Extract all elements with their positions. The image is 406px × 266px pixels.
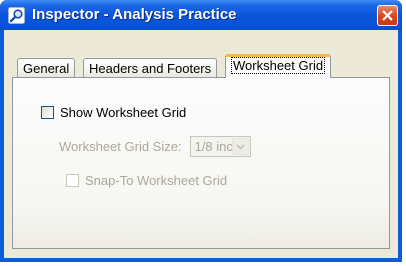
grid-size-dropdown-button[interactable] (231, 138, 249, 155)
show-grid-row: Show Worksheet Grid (41, 105, 186, 120)
show-worksheet-grid-checkbox[interactable] (41, 106, 54, 119)
window-title: Inspector - Analysis Practice (32, 6, 237, 23)
tab-general-label: General (23, 61, 70, 76)
grid-size-label: Worksheet Grid Size: (59, 139, 182, 154)
grid-size-select[interactable]: 1/8 inch (189, 136, 251, 157)
snap-row: Snap-To Worksheet Grid (66, 173, 227, 188)
inspector-magnifier-icon (8, 7, 25, 24)
inspector-window: Inspector - Analysis Practice General He… (0, 0, 402, 262)
tab-worksheet-grid[interactable]: Worksheet Grid (225, 54, 332, 78)
tab-headers-and-footers[interactable]: Headers and Footers (83, 58, 218, 78)
show-worksheet-grid-label[interactable]: Show Worksheet Grid (60, 105, 186, 120)
close-icon (382, 10, 393, 21)
title-bar[interactable]: Inspector - Analysis Practice (0, 0, 402, 30)
grid-size-row: Worksheet Grid Size: 1/8 inch (59, 136, 251, 157)
tab-headers-and-footers-label: Headers and Footers (89, 61, 212, 76)
tab-general[interactable]: General (17, 58, 76, 78)
chevron-down-icon (235, 143, 245, 150)
worksheet-grid-panel: Show Worksheet Grid Worksheet Grid Size:… (12, 77, 390, 249)
snap-to-grid-checkbox[interactable] (66, 174, 79, 187)
snap-to-grid-label: Snap-To Worksheet Grid (85, 173, 228, 188)
tab-worksheet-grid-label: Worksheet Grid (231, 57, 326, 74)
close-button[interactable] (377, 5, 398, 26)
dialog-body: General Headers and Footers Worksheet Gr… (4, 30, 398, 258)
